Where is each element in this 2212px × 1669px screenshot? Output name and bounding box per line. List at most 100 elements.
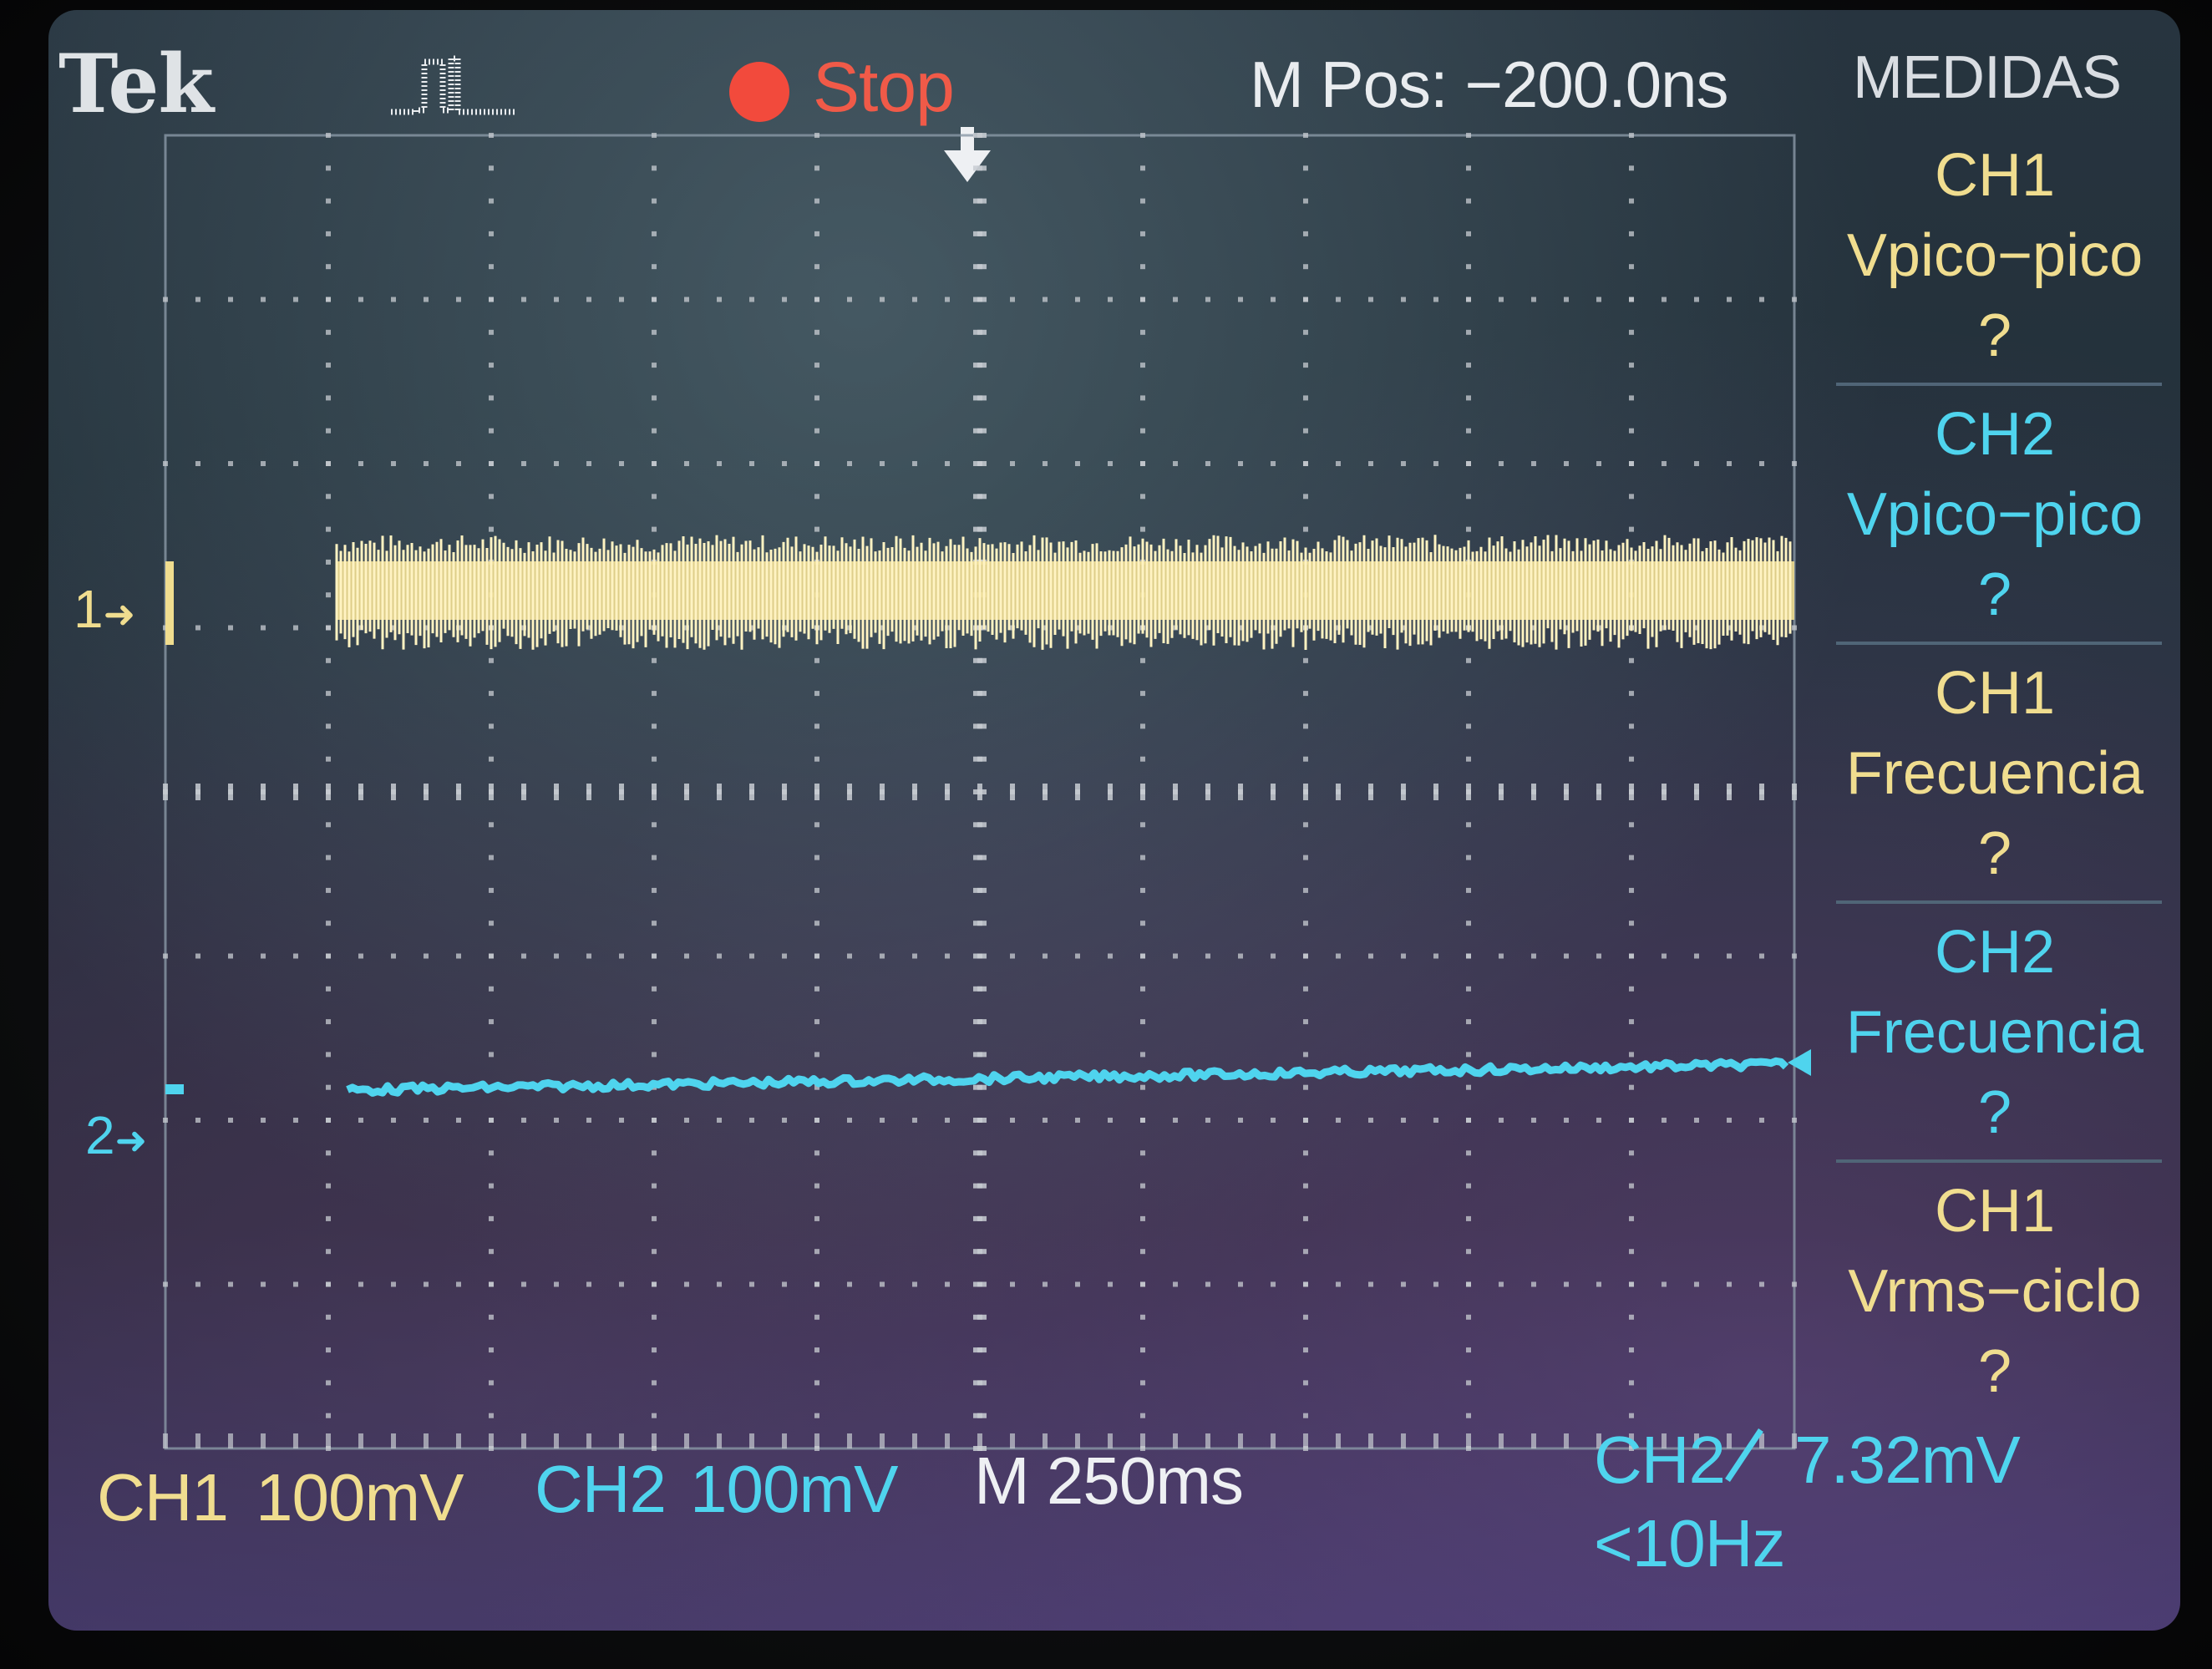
grid-dot — [1466, 1380, 1471, 1386]
grid-dot — [1303, 887, 1308, 893]
center-axis-tick — [1596, 784, 1601, 800]
grid-dot — [326, 329, 331, 335]
grid-dot — [814, 1052, 819, 1058]
center-axis-tick — [973, 428, 987, 434]
grid-dot — [489, 165, 494, 171]
grid-dot — [1466, 1314, 1471, 1320]
grid-dot — [1759, 1118, 1764, 1123]
measurement-5: CH1 Vrms−ciclo? — [1828, 1171, 2162, 1412]
center-axis-tick — [1075, 784, 1080, 800]
grid-dot — [1368, 953, 1373, 959]
grid-dot — [1010, 1118, 1015, 1123]
grid-dot — [261, 953, 266, 959]
grid-dot — [814, 1019, 819, 1025]
grid-dot — [1401, 1118, 1406, 1123]
center-axis-tick — [973, 822, 987, 828]
grid-dot — [1140, 461, 1145, 466]
grid-dot — [1466, 231, 1471, 236]
grid-dot — [1303, 1052, 1308, 1058]
grid-dot — [326, 691, 331, 697]
center-axis-tick — [1271, 784, 1276, 800]
grid-dot — [652, 461, 657, 466]
grid-dot — [684, 461, 689, 466]
grid-dot — [326, 953, 331, 959]
grid-dot — [489, 297, 494, 302]
grid-dot — [1629, 822, 1634, 828]
grid-dot — [1140, 198, 1145, 204]
measurement-separator — [1836, 1159, 2162, 1163]
grid-dot — [1466, 363, 1471, 368]
ch2-waveform-trace — [346, 1049, 1811, 1097]
grid-dot — [1303, 1150, 1308, 1156]
grid-dot — [1303, 231, 1308, 236]
grid-dot — [1564, 297, 1569, 302]
marker-arrow-icon: ➜ — [103, 592, 136, 636]
center-axis-tick — [973, 461, 987, 466]
measurement-value: ? — [1977, 1079, 2012, 1146]
grid-dot — [326, 428, 331, 434]
grid-dot — [1010, 953, 1015, 959]
grid-dot — [424, 1281, 429, 1287]
grid-dot — [1303, 165, 1308, 171]
center-axis-tick — [749, 784, 754, 800]
center-axis-tick — [1629, 784, 1634, 800]
grid-dot — [326, 363, 331, 368]
center-axis-tick — [814, 784, 819, 800]
grid-dot — [1792, 461, 1797, 466]
grid-dot — [489, 921, 494, 926]
edge-tick — [1401, 1433, 1406, 1448]
grid-dot — [326, 887, 331, 893]
grid-dot — [424, 297, 429, 302]
grid-dot — [1205, 461, 1210, 466]
grid-dot — [652, 986, 657, 992]
center-axis-tick — [847, 784, 852, 800]
grid-dot — [814, 1347, 819, 1353]
grid-dot — [814, 1281, 819, 1287]
measurement-value: ? — [1977, 302, 2012, 369]
grid-dot — [814, 1380, 819, 1386]
edge-tick — [586, 1433, 591, 1448]
grid-dot — [652, 1413, 657, 1418]
grid-dot — [326, 133, 331, 138]
grid-dot — [391, 297, 396, 302]
grid-dot — [1075, 1281, 1080, 1287]
grid-dot — [619, 953, 624, 959]
grid-dot — [652, 1118, 657, 1123]
center-axis-tick — [973, 855, 987, 860]
grid-dot — [293, 625, 298, 631]
edge-tick — [163, 1433, 168, 1448]
trigger-frequency: <10Hz — [1594, 1506, 1785, 1580]
grid-dot — [326, 657, 331, 663]
grid-dot — [652, 395, 657, 401]
grid-dot — [652, 428, 657, 434]
grid-dot — [391, 953, 396, 959]
center-axis-tick — [326, 784, 331, 800]
center-axis-tick — [973, 133, 987, 138]
grid-dot — [619, 297, 624, 302]
grid-dot — [1140, 526, 1145, 532]
grid-dot — [358, 953, 363, 959]
center-axis-tick — [973, 1150, 987, 1156]
grid-dot — [489, 1347, 494, 1353]
grid-dot — [326, 165, 331, 171]
grid-dot — [1140, 1084, 1145, 1090]
grid-dot — [1466, 1019, 1471, 1025]
trigger-source: CH2 — [1594, 1423, 1726, 1497]
grid-dot — [1629, 494, 1634, 500]
grid-dot — [1303, 921, 1308, 926]
grid-dot — [1499, 953, 1504, 959]
grid-dot — [1792, 1118, 1797, 1123]
grid-dot — [1629, 756, 1634, 762]
grid-dot — [652, 1019, 657, 1025]
grid-dot — [652, 1215, 657, 1221]
grid-dot — [1466, 526, 1471, 532]
grid-dot — [1205, 297, 1210, 302]
grid-dot — [326, 1413, 331, 1418]
grid-dot — [1303, 363, 1308, 368]
grid-dot — [1596, 461, 1601, 466]
measurement-separator — [1836, 642, 2162, 645]
measurement-value: ? — [1977, 561, 2012, 628]
center-axis-tick — [554, 784, 559, 800]
grid-dot — [489, 756, 494, 762]
grid-dot — [814, 363, 819, 368]
